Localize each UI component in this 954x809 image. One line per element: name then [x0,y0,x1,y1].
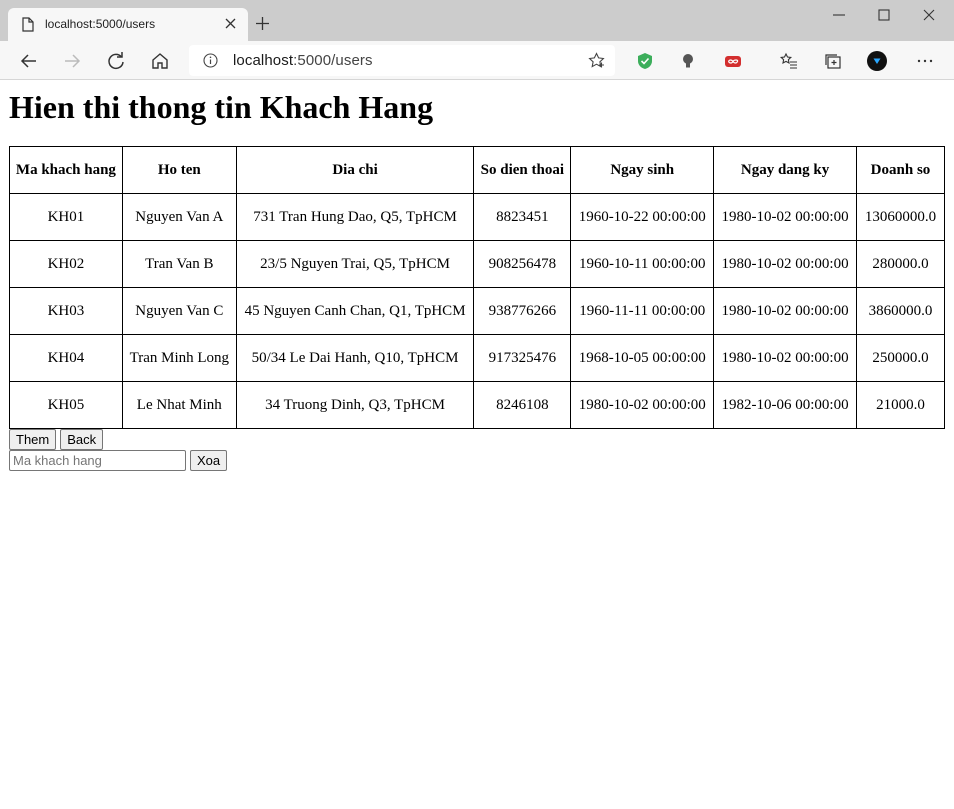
url-path: :5000/users [293,52,373,69]
cell-ngay-sinh: 1960-10-11 00:00:00 [570,240,715,288]
table-row: KH03 Nguyen Van C 45 Nguyen Canh Chan, Q… [9,287,946,335]
cell-dia-chi: 34 Truong Dinh, Q3, TpHCM [235,381,475,429]
shield-extension-icon[interactable] [635,51,655,71]
header-dia-chi: Dia chi [235,146,475,194]
page-content: Hien thi thong tin Khach Hang Ma khach h… [0,81,954,809]
cell-ho-ten: Nguyen Van C [121,287,237,335]
cell-so-dien-thoai: 938776266 [473,287,572,335]
browser-toolbar: localhost:5000/users [0,41,954,80]
back-arrow-icon[interactable] [19,51,39,71]
forward-arrow-icon[interactable] [62,51,82,71]
cell-so-dien-thoai: 8246108 [473,381,572,429]
table-header-row: Ma khach hang Ho ten Dia chi So dien tho… [9,146,946,194]
cell-ngay-sinh: 1960-11-11 00:00:00 [570,287,715,335]
cell-dia-chi: 23/5 Nguyen Trai, Q5, TpHCM [235,240,475,288]
add-button[interactable]: Them [9,429,57,450]
cell-ho-ten: Nguyen Van A [121,193,237,241]
cell-ngay-dang-ky: 1980-10-02 00:00:00 [713,193,857,241]
cell-ma-khach-hang: KH04 [9,334,123,382]
cell-ngay-sinh: 1960-10-22 00:00:00 [570,193,715,241]
header-ma-khach-hang: Ma khach hang [9,146,123,194]
cell-ngay-dang-ky: 1980-10-02 00:00:00 [713,334,857,382]
cell-ma-khach-hang: KH03 [9,287,123,335]
back-button[interactable]: Back [60,429,104,450]
close-tab-icon[interactable] [225,18,236,29]
cell-so-dien-thoai: 908256478 [473,240,572,288]
info-icon[interactable] [203,53,218,68]
cell-doanh-so: 250000.0 [855,334,946,382]
favorites-list-icon[interactable] [779,51,799,71]
cell-ngay-sinh: 1980-10-02 00:00:00 [570,381,715,429]
page-title: Hien thi thong tin Khach Hang [9,89,434,125]
cell-doanh-so: 280000.0 [855,240,946,288]
url-host: localhost [233,52,294,69]
address-bar[interactable]: localhost:5000/users [189,45,615,76]
header-ngay-sinh: Ngay sinh [570,146,715,194]
maximize-icon[interactable] [877,8,891,22]
table-row: KH04 Tran Minh Long 50/34 Le Dai Hanh, Q… [9,334,946,382]
tab-strip: localhost:5000/users [0,0,954,41]
more-menu-icon[interactable] [915,51,935,71]
lightbulb-extension-icon[interactable] [678,51,698,71]
header-so-dien-thoai: So dien thoai [473,146,572,194]
cell-ho-ten: Tran Van B [121,240,237,288]
cell-ho-ten: Le Nhat Minh [121,381,237,429]
action-buttons: Them Back [9,429,104,450]
cell-ma-khach-hang: KH02 [9,240,123,288]
delete-button[interactable]: Xoa [190,450,228,471]
new-tab-icon[interactable] [256,17,269,30]
header-ngay-dang-ky: Ngay dang ky [713,146,857,194]
url-text: localhost:5000/users [233,52,373,69]
delete-form: Xoa [9,450,228,471]
header-doanh-so: Doanh so [855,146,946,194]
cell-ngay-dang-ky: 1980-10-02 00:00:00 [713,287,857,335]
cell-so-dien-thoai: 917325476 [473,334,572,382]
profile-avatar-icon[interactable] [867,51,887,71]
browser-tab[interactable]: localhost:5000/users [8,8,248,41]
cell-ngay-dang-ky: 1982-10-06 00:00:00 [713,381,857,429]
collections-icon[interactable] [823,51,843,71]
table-row: KH01 Nguyen Van A 731 Tran Hung Dao, Q5,… [9,193,946,241]
customer-table: Ma khach hang Ho ten Dia chi So dien tho… [9,146,946,429]
cell-ngay-dang-ky: 1980-10-02 00:00:00 [713,240,857,288]
table-row: KH05 Le Nhat Minh 34 Truong Dinh, Q3, Tp… [9,381,946,429]
page-icon [22,17,34,32]
favorite-star-icon[interactable] [588,52,605,69]
cell-doanh-so: 3860000.0 [855,287,946,335]
table-row: KH02 Tran Van B 23/5 Nguyen Trai, Q5, Tp… [9,240,946,288]
cell-ma-khach-hang: KH01 [9,193,123,241]
header-ho-ten: Ho ten [121,146,237,194]
window-close-icon[interactable] [922,8,936,22]
cell-ma-khach-hang: KH05 [9,381,123,429]
cell-so-dien-thoai: 8823451 [473,193,572,241]
cell-dia-chi: 731 Tran Hung Dao, Q5, TpHCM [235,193,475,241]
tab-title: localhost:5000/users [45,17,156,31]
cell-ngay-sinh: 1968-10-05 00:00:00 [570,334,715,382]
cell-doanh-so: 13060000.0 [855,193,946,241]
infinity-extension-icon[interactable] [723,51,743,71]
cell-dia-chi: 50/34 Le Dai Hanh, Q10, TpHCM [235,334,475,382]
refresh-icon[interactable] [106,51,126,71]
customer-id-input[interactable] [9,450,186,471]
minimize-icon[interactable] [832,8,846,22]
cell-ho-ten: Tran Minh Long [121,334,237,382]
home-icon[interactable] [150,51,170,71]
cell-dia-chi: 45 Nguyen Canh Chan, Q1, TpHCM [235,287,475,335]
cell-doanh-so: 21000.0 [855,381,946,429]
